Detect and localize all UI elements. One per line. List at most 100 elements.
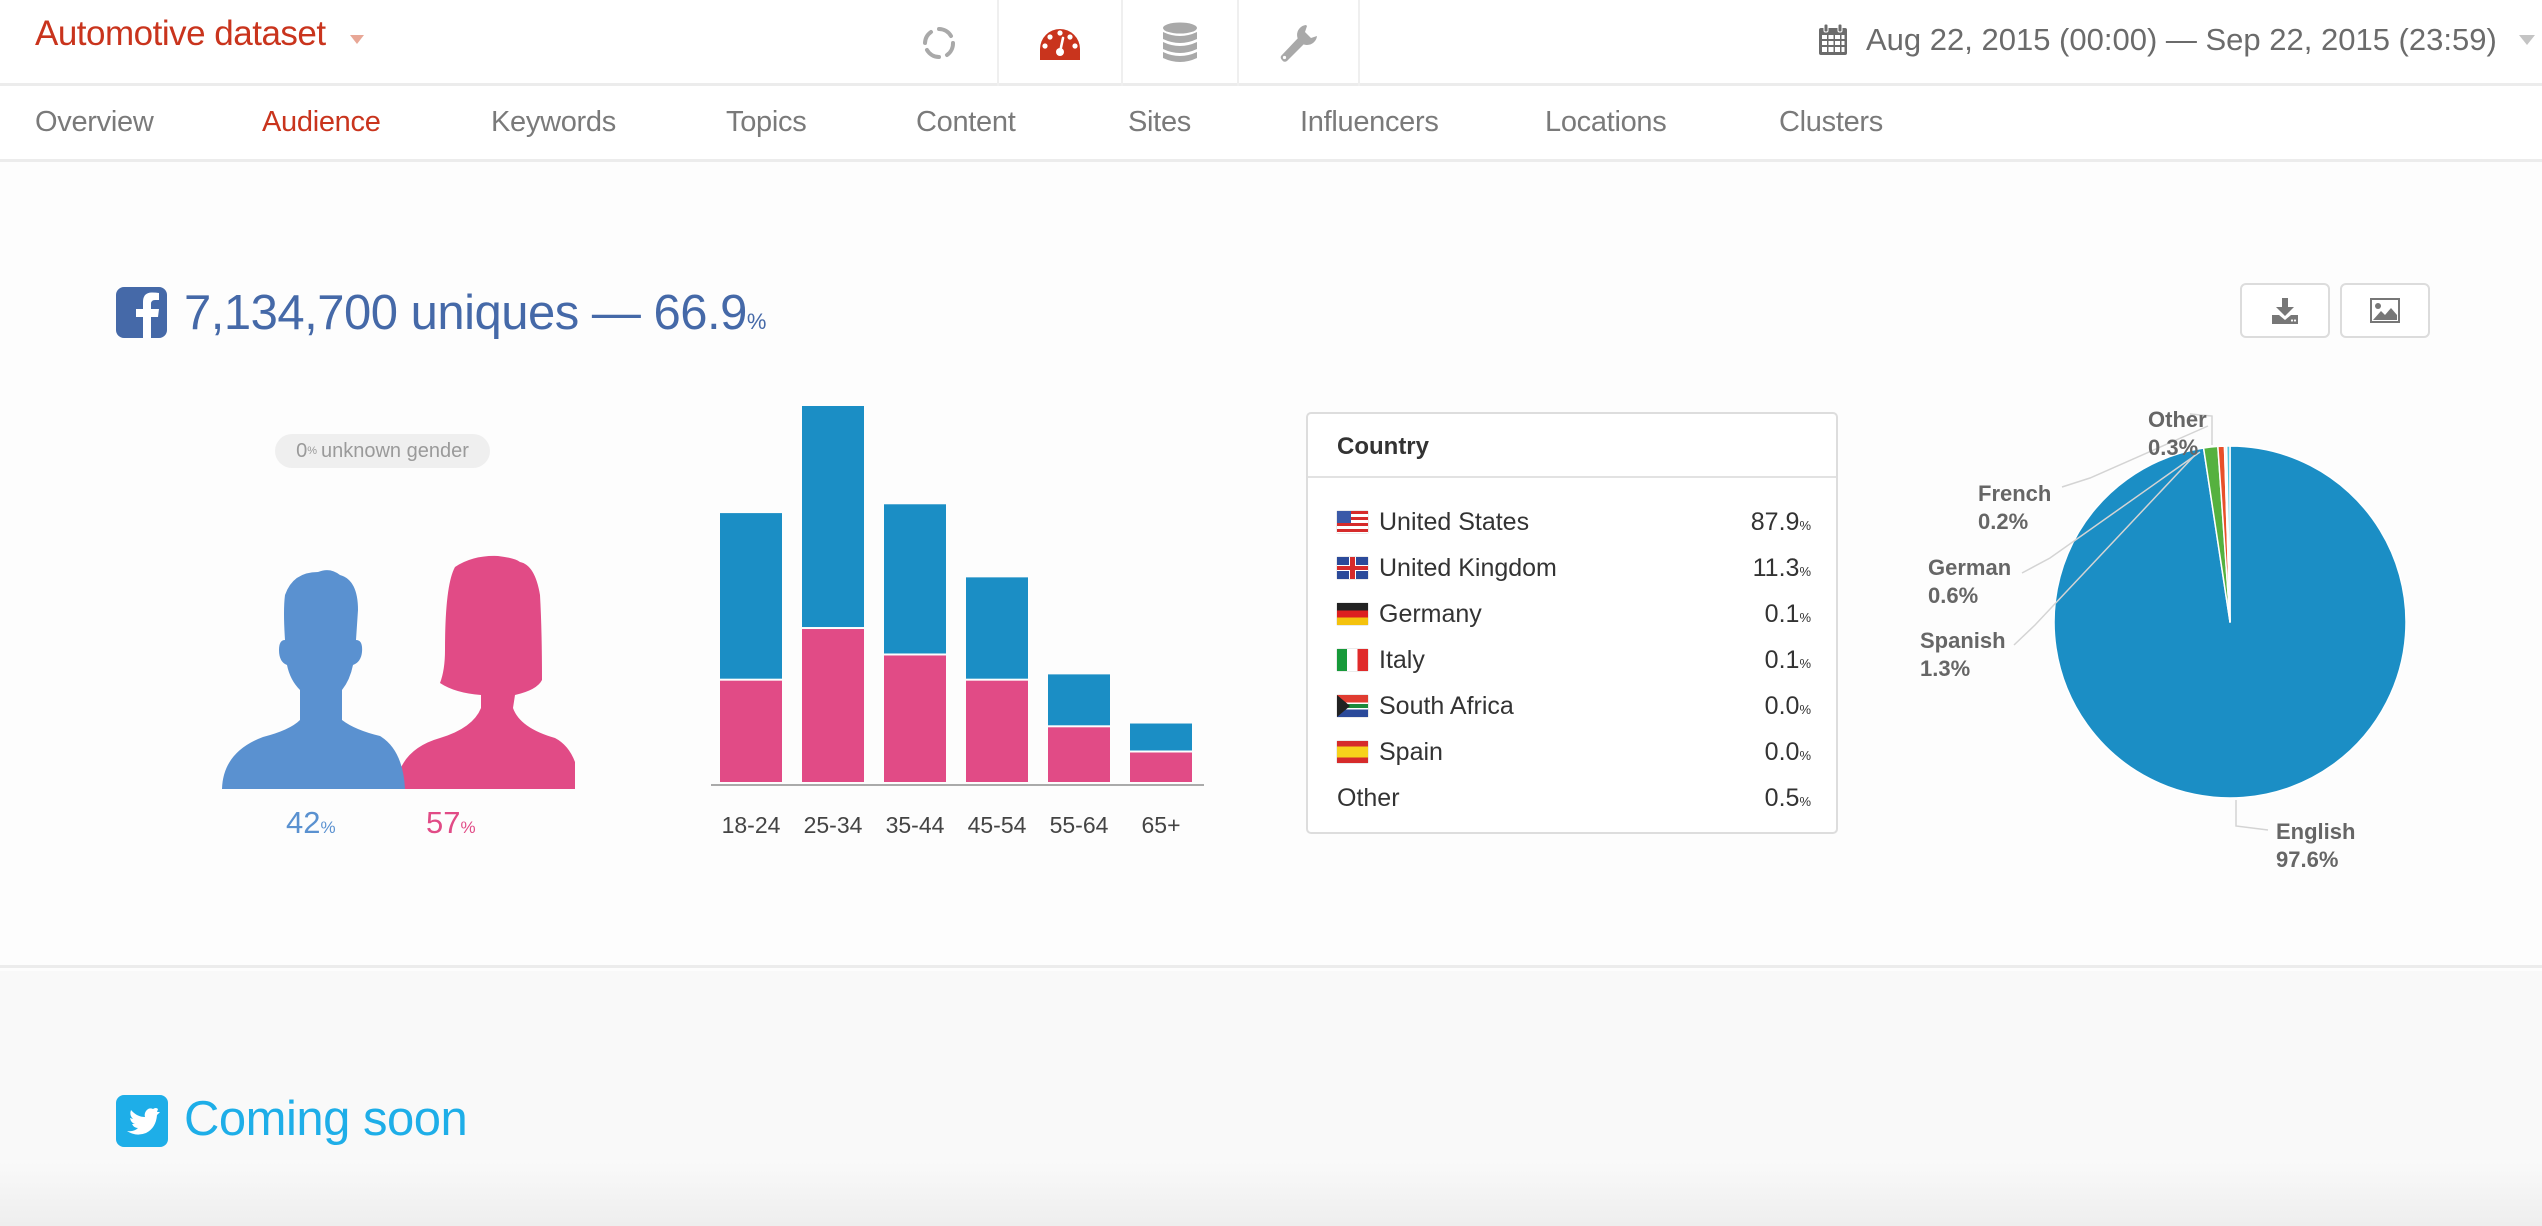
bar-female-18-24[interactable] — [720, 680, 782, 782]
pct-sign: % — [307, 445, 317, 457]
country-row[interactable]: United Kingdom 11.3% — [1337, 550, 1811, 586]
country-row[interactable]: Spain 0.0% — [1337, 734, 1811, 770]
x-tick-label: 45-54 — [968, 812, 1027, 838]
caret-down-icon[interactable] — [350, 35, 364, 44]
facebook-uniques-heading: 7,134,700 uniques — 66.9% — [184, 285, 766, 341]
pct-sign: % — [460, 818, 476, 837]
country-value: 0.0% — [1764, 737, 1811, 766]
uniques-value: 7,134,700 uniques — 66.9 — [184, 286, 747, 340]
country-row[interactable]: Germany 0.1% — [1337, 596, 1811, 632]
pie-label-spanish: Spanish 1.3% — [1920, 628, 2006, 681]
country-name: Italy — [1379, 645, 1425, 674]
pct-sign: % — [320, 818, 336, 837]
flag-es-icon — [1337, 741, 1368, 763]
refresh-button[interactable] — [880, 0, 997, 86]
section-tabs: Overview Audience Keywords Topics Conten… — [0, 86, 2542, 162]
image-icon — [2370, 298, 2400, 323]
gender-silhouettes — [222, 555, 575, 789]
x-tick-label: 25-34 — [804, 812, 863, 838]
bar-female-65+[interactable] — [1130, 752, 1192, 783]
wrench-icon — [1280, 25, 1317, 62]
bar-female-55-64[interactable] — [1048, 727, 1110, 782]
unknown-gender-badge: 0% unknown gender — [275, 434, 490, 468]
country-value: 0.0% — [1764, 691, 1811, 720]
country-name: United Kingdom — [1379, 553, 1557, 582]
country-name: Spain — [1379, 737, 1443, 766]
country-row[interactable]: South Africa 0.0% — [1337, 688, 1811, 724]
date-range-picker[interactable]: Aug 22, 2015 (00:00) — Sep 22, 2015 (23:… — [1818, 18, 2535, 62]
pie-connector-line — [2235, 800, 2269, 831]
male-value: 42 — [286, 805, 321, 840]
bar-male-35-44[interactable] — [884, 504, 946, 654]
tab-overview[interactable]: Overview — [35, 106, 154, 139]
calendar-icon — [1819, 24, 1847, 55]
tab-keywords[interactable]: Keywords — [491, 106, 616, 139]
export-image-button[interactable] — [2340, 283, 2430, 338]
bar-female-25-34[interactable] — [802, 629, 864, 782]
pie-label-english: English 97.6% — [2276, 819, 2356, 872]
top-header: Automotive dataset Aug 22, 2015 (00:00) … — [0, 0, 2542, 86]
country-name: Germany — [1379, 599, 1482, 628]
settings-button[interactable] — [1237, 0, 1358, 86]
database-icon — [1163, 22, 1197, 62]
female-value: 57 — [426, 805, 461, 840]
flag-za-icon — [1337, 695, 1368, 717]
bar-male-25-34[interactable] — [802, 406, 864, 628]
flag-de-icon — [1337, 603, 1368, 625]
bar-male-65+[interactable] — [1130, 723, 1192, 751]
twitter-heading: Coming soon — [184, 1092, 468, 1146]
pie-label-german: German 0.6% — [1928, 555, 2012, 608]
date-range-label: Aug 22, 2015 (00:00) — Sep 22, 2015 (23:… — [1866, 22, 2497, 57]
country-name: South Africa — [1379, 691, 1514, 720]
country-value: 11.3% — [1752, 553, 1811, 582]
pie-label-other: Other 0.3% — [2148, 407, 2207, 460]
bar-male-55-64[interactable] — [1048, 674, 1110, 726]
country-table: Country United States 87.9% United Kingdom… — [1306, 412, 1838, 834]
country-value: 87.9% — [1750, 507, 1811, 536]
x-tick-label: 65+ — [1141, 812, 1180, 838]
country-row[interactable]: United States 87.9% — [1337, 504, 1811, 540]
country-value: 0.5% — [1764, 783, 1811, 812]
tab-audience[interactable]: Audience — [262, 106, 381, 139]
country-name: United States — [1379, 507, 1530, 536]
female-silhouette-icon — [396, 555, 575, 789]
pie-label-french: French 0.2% — [1978, 481, 2052, 534]
bar-female-45-54[interactable] — [966, 680, 1028, 782]
tab-locations[interactable]: Locations — [1545, 106, 1667, 139]
flag-it-icon — [1337, 649, 1368, 671]
bar-male-45-54[interactable] — [966, 577, 1028, 679]
bar-female-35-44[interactable] — [884, 655, 946, 782]
flag-us-icon — [1337, 511, 1368, 533]
country-name: Other — [1337, 783, 1400, 812]
dataset-title: Automotive dataset — [35, 14, 326, 53]
country-value: 0.1% — [1764, 599, 1811, 628]
tab-content[interactable]: Content — [916, 106, 1016, 139]
flag-gb-icon — [1337, 557, 1368, 579]
x-tick-label: 18-24 — [722, 812, 781, 838]
bar-male-18-24[interactable] — [720, 513, 782, 679]
database-button[interactable] — [1121, 0, 1237, 86]
dataset-selector[interactable]: Automotive dataset — [35, 14, 326, 54]
unknown-gender-value: 0 — [296, 439, 308, 462]
tab-topics[interactable]: Topics — [726, 106, 807, 139]
country-row[interactable]: Italy 0.1% — [1337, 642, 1811, 678]
facebook-icon — [116, 287, 167, 338]
tab-influencers[interactable]: Influencers — [1300, 106, 1439, 139]
header-divider — [1358, 0, 1360, 86]
refresh-icon — [922, 27, 955, 59]
download-button[interactable] — [2240, 283, 2330, 338]
country-table-header: Country — [1308, 414, 1836, 478]
pct-sign: % — [746, 309, 767, 334]
unknown-gender-label: unknown gender — [321, 439, 469, 462]
country-row[interactable]: Other 0.5% — [1337, 780, 1811, 816]
dashboard-button[interactable] — [997, 0, 1121, 86]
caret-down-icon — [2518, 35, 2535, 45]
male-silhouette-icon — [222, 570, 405, 789]
download-icon — [2272, 297, 2298, 324]
country-value: 0.1% — [1764, 645, 1811, 674]
female-percentage: 57% — [426, 805, 476, 841]
x-tick-label: 35-44 — [886, 812, 945, 838]
tab-clusters[interactable]: Clusters — [1779, 106, 1883, 139]
twitter-icon — [116, 1095, 168, 1147]
tab-sites[interactable]: Sites — [1128, 106, 1191, 139]
